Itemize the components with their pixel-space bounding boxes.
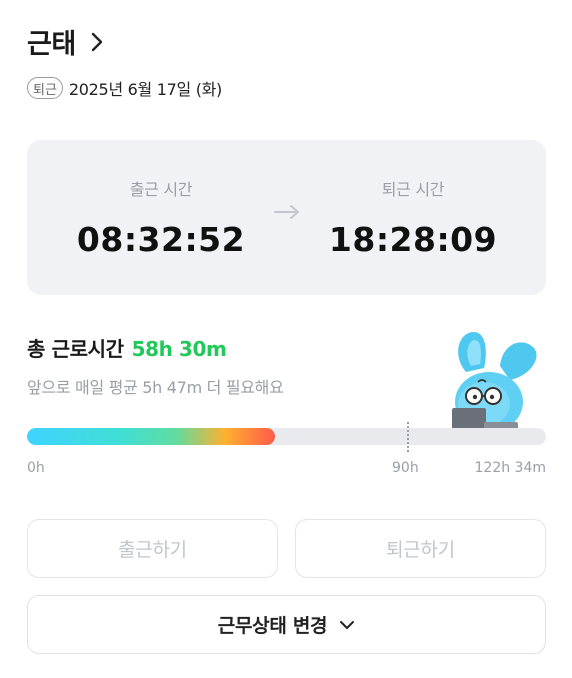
- clock-in-time: 08:32:52: [76, 220, 246, 259]
- total-hours: 총 근로시간 58h 30m: [27, 333, 227, 362]
- progress-tick-max: 122h 34m: [474, 460, 547, 476]
- arrow-right-icon: [273, 204, 301, 224]
- page-title: 근태: [27, 29, 76, 60]
- date-row: 퇴근 2025년 6월 17일 (화): [27, 76, 222, 100]
- clock-in-column: 출근 시간 08:32:52: [61, 176, 261, 259]
- status-badge: 퇴근: [27, 77, 63, 99]
- attendance-header[interactable]: 근태: [27, 22, 104, 61]
- current-date: 2025년 6월 17일 (화): [68, 80, 223, 99]
- clock-in-button-label: 출근하기: [118, 539, 187, 561]
- progress-tick-start: 0h: [27, 460, 45, 476]
- total-hours-value: 58h 30m: [131, 337, 227, 361]
- clock-out-button[interactable]: 퇴근하기: [295, 519, 546, 578]
- progress-tick-target: 90h: [392, 460, 419, 476]
- clock-out-label: 퇴근 시간: [381, 180, 445, 199]
- required-hours-text: 앞으로 매일 평균 5h 47m 더 필요해요: [27, 378, 284, 397]
- total-hours-label: 총 근로시간: [27, 337, 124, 361]
- clock-in-button[interactable]: 출근하기: [27, 519, 278, 578]
- time-card: 출근 시간 08:32:52 퇴근 시간 18:28:09: [27, 140, 546, 295]
- clock-in-label: 출근 시간: [129, 180, 193, 199]
- work-hours-progress-bar: [27, 428, 546, 445]
- chevron-down-icon: [339, 620, 355, 630]
- target-hours-marker: [407, 422, 410, 452]
- rabbit-mascot-illustration: [444, 322, 544, 434]
- chevron-right-icon: [90, 32, 104, 52]
- clock-out-button-label: 퇴근하기: [386, 539, 455, 561]
- clock-out-column: 퇴근 시간 18:28:09: [313, 176, 513, 259]
- change-work-status-label: 근무상태 변경: [217, 615, 328, 637]
- change-work-status-button[interactable]: 근무상태 변경: [27, 595, 546, 654]
- work-hours-progress-fill: [27, 428, 275, 445]
- clock-out-time: 18:28:09: [328, 220, 498, 259]
